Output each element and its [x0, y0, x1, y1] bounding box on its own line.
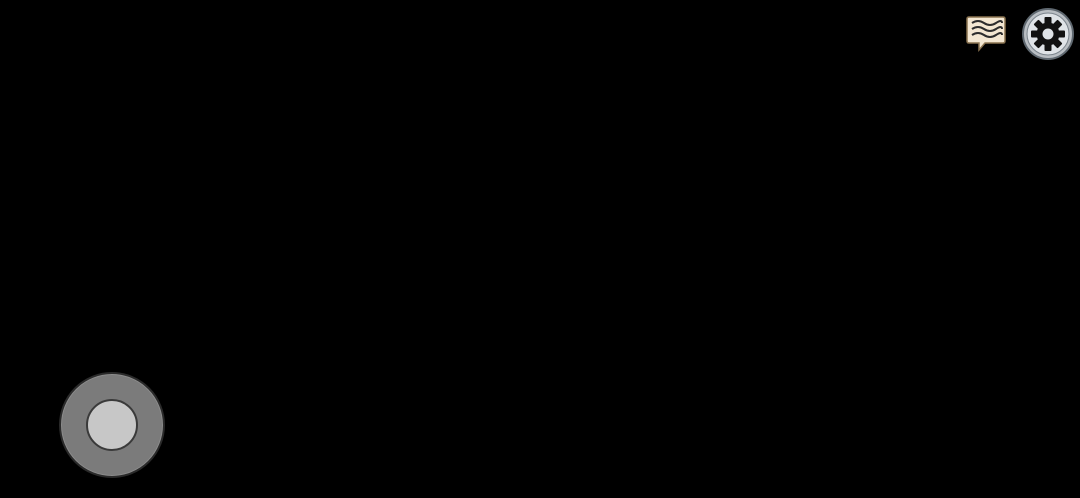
top-controls	[964, 8, 1074, 60]
virtual-joystick[interactable]	[59, 372, 165, 478]
chat-button[interactable]	[964, 12, 1008, 56]
joystick-knob[interactable]	[86, 399, 138, 451]
settings-button[interactable]	[1022, 8, 1074, 60]
chat-bubble-icon	[966, 16, 1006, 53]
game-viewport[interactable]	[0, 0, 1080, 498]
